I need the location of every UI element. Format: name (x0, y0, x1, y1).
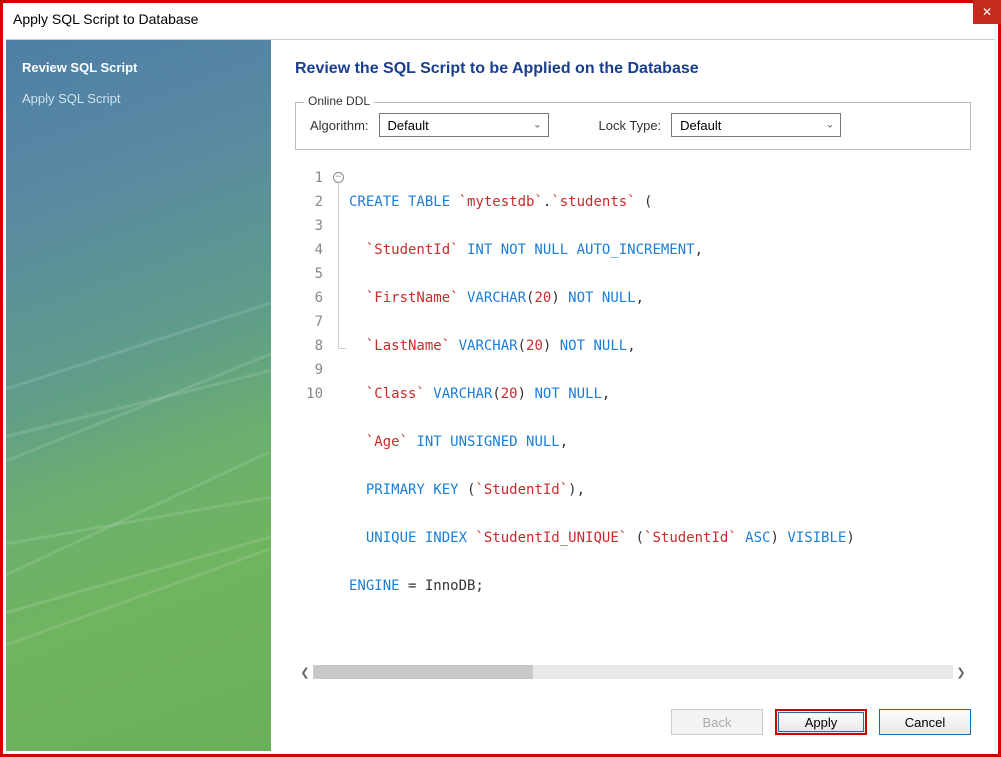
window-title: Apply SQL Script to Database (13, 11, 198, 27)
line-number: 8 (295, 334, 323, 358)
line-number: 10 (295, 382, 323, 406)
scroll-track[interactable] (313, 665, 953, 679)
cancel-button[interactable]: Cancel (879, 709, 971, 735)
locktype-value: Default (680, 118, 721, 133)
line-number: 6 (295, 286, 323, 310)
fold-column: − (329, 166, 349, 659)
online-ddl-row: Algorithm: Default ⌄ Lock Type: Default … (310, 113, 956, 137)
button-row: Back Apply Cancel (295, 681, 971, 741)
online-ddl-legend: Online DDL (304, 94, 374, 108)
titlebar: Apply SQL Script to Database ✕ (3, 3, 998, 35)
line-number: 4 (295, 238, 323, 262)
algorithm-label: Algorithm: (310, 118, 369, 133)
sidebar: Review SQL Script Apply SQL Script (6, 40, 271, 751)
sidebar-item-label: Apply SQL Script (22, 91, 121, 106)
locktype-label: Lock Type: (599, 118, 662, 133)
algorithm-value: Default (388, 118, 429, 133)
chevron-down-icon: ⌄ (826, 120, 834, 131)
line-number: 9 (295, 358, 323, 382)
line-number: 1 (295, 166, 323, 190)
sidebar-item-label: Review SQL Script (22, 60, 137, 75)
line-number: 3 (295, 214, 323, 238)
locktype-select[interactable]: Default ⌄ (671, 113, 841, 137)
code-area[interactable]: CREATE TABLE `mytestdb`.`students` ( `St… (349, 166, 971, 659)
fold-collapse-icon[interactable]: − (333, 172, 344, 183)
sql-editor[interactable]: 1 2 3 4 5 6 7 8 9 10 − CREATE TABLE `myt… (295, 166, 971, 659)
scroll-left-icon[interactable]: ❮ (297, 666, 313, 679)
online-ddl-group: Online DDL Algorithm: Default ⌄ Lock Typ… (295, 102, 971, 150)
chevron-down-icon: ⌄ (533, 120, 541, 131)
close-button[interactable]: ✕ (973, 0, 1001, 24)
dialog-window: Apply SQL Script to Database ✕ Review SQ… (0, 0, 1001, 757)
line-gutter: 1 2 3 4 5 6 7 8 9 10 (295, 166, 329, 659)
apply-button[interactable]: Apply (775, 709, 867, 735)
sidebar-item-apply[interactable]: Apply SQL Script (6, 83, 271, 114)
sidebar-item-review[interactable]: Review SQL Script (6, 52, 271, 83)
close-icon: ✕ (982, 5, 992, 19)
algorithm-select[interactable]: Default ⌄ (379, 113, 549, 137)
line-number: 2 (295, 190, 323, 214)
line-number: 5 (295, 262, 323, 286)
scroll-thumb[interactable] (313, 665, 533, 679)
scroll-right-icon[interactable]: ❯ (953, 666, 969, 679)
line-number: 7 (295, 310, 323, 334)
back-button: Back (671, 709, 763, 735)
page-heading: Review the SQL Script to be Applied on t… (295, 60, 971, 78)
body: Review SQL Script Apply SQL Script Revie… (6, 39, 995, 751)
content-pane: Review the SQL Script to be Applied on t… (271, 40, 995, 751)
horizontal-scrollbar[interactable]: ❮ ❯ (295, 663, 971, 681)
